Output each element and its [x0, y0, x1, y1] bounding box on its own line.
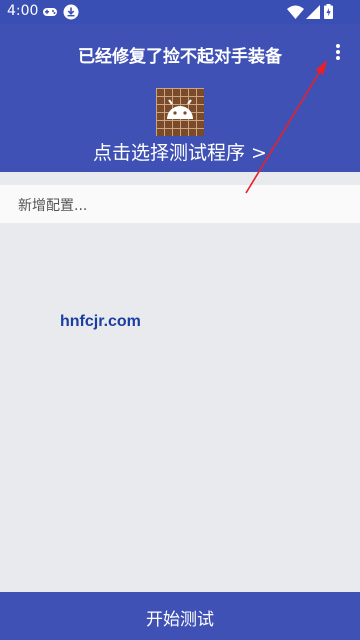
download-icon: [63, 4, 79, 24]
android-icon[interactable]: [156, 88, 204, 136]
signal-icon: [306, 4, 320, 23]
status-bar: 4:00: [0, 0, 360, 24]
add-config-label: 新增配置...: [18, 198, 88, 214]
watermark: hnfcjr.com: [60, 313, 141, 330]
header-panel: 点击选择测试程序 >: [0, 80, 360, 172]
more-vert-icon[interactable]: [328, 38, 348, 66]
status-time: 4:00: [7, 3, 39, 19]
wifi-icon: [287, 4, 304, 23]
start-test-label: 开始测试: [146, 610, 214, 630]
select-program-link[interactable]: 点击选择测试程序 >: [0, 138, 360, 165]
start-test-button[interactable]: 开始测试: [0, 592, 360, 640]
app-title: 已经修复了捡不起对手装备: [78, 47, 282, 67]
add-config-row[interactable]: 新增配置...: [0, 185, 360, 223]
battery-icon: [324, 4, 333, 23]
gamepad-icon: [42, 4, 58, 23]
app-bar: 已经修复了捡不起对手装备: [0, 24, 360, 80]
